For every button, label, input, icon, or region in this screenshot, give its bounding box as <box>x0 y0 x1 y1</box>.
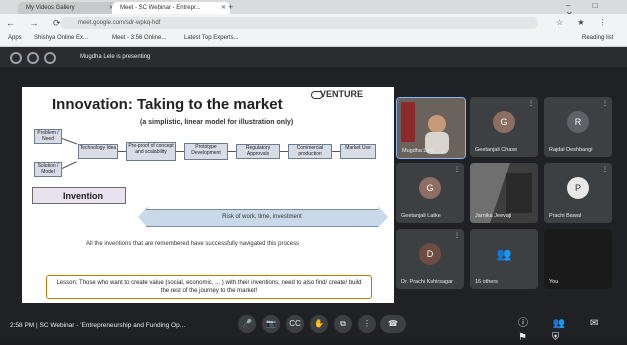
flow-step: Regulatory Approvals <box>236 144 280 159</box>
participant-name: You <box>549 279 559 285</box>
self-tile[interactable]: You <box>544 229 612 289</box>
slide-note: All the inventions that are remembered h… <box>86 241 300 247</box>
flow-arrow <box>332 151 340 152</box>
captions-button[interactable]: CC <box>286 315 304 333</box>
participant-avatar: D <box>419 243 441 266</box>
risk-arrow-head-right <box>378 206 388 228</box>
nav-buttons[interactable]: ← → ⟳ <box>6 17 67 29</box>
fullscreen-icon[interactable] <box>44 52 56 64</box>
close-tab-icon[interactable]: ✕ <box>221 2 226 14</box>
others-tile[interactable]: 👥 16 others <box>470 229 538 289</box>
lesson-box: Lesson: Those who want to create value (… <box>46 275 372 299</box>
bookmark-apps[interactable]: Apps <box>8 35 22 41</box>
mic-off-icon: ⋮ <box>454 167 460 173</box>
flow-solution: Solution / Model <box>34 162 62 177</box>
participant-tile[interactable]: ⋮ G Geetanjali Latke <box>396 163 464 223</box>
mic-off-icon: ⋮ <box>602 167 608 173</box>
camera-button[interactable]: 📷 <box>262 315 280 333</box>
participant-tile[interactable]: ⋮ G Geetanjali Chase <box>470 97 538 157</box>
flow-step: Technology Idea <box>78 144 118 159</box>
mic-off-icon: ⋮ <box>602 101 608 107</box>
participant-tile[interactable]: Jarnika Jeevaji <box>470 163 538 223</box>
more-options-button[interactable]: ⋮ <box>358 315 376 333</box>
brand-logo: VENTURE <box>320 89 364 99</box>
participant-name: Prachi Bawal <box>549 213 582 219</box>
participant-name: Geetanjali Chase <box>475 147 518 153</box>
tab-title: Meet - SC Webinar - Entrepr... <box>120 5 201 11</box>
risk-arrow: Risk of work, time, investment <box>146 209 378 227</box>
mic-off-icon: ⋮ <box>454 233 460 239</box>
participant-name: Jarnika Jeevaji <box>475 213 512 219</box>
slide-subtitle: (a simplistic, linear model for illustra… <box>140 119 294 126</box>
side-panel-buttons[interactable]: ⓘ 👥 ✉ ⚑ ⛨ <box>518 317 627 345</box>
participant-name: Geetanjali Latke <box>401 213 441 219</box>
participant-name: Mugdha Lele <box>402 148 434 154</box>
flow-step: Commercial production <box>288 144 332 159</box>
browser-tab-active[interactable]: Meet - SC Webinar - Entrepr... ✕ <box>112 2 230 14</box>
pin-icon[interactable] <box>10 52 22 64</box>
bookmarks-bar: Apps Shishya Online Ex... Meet - 3:56 On… <box>0 32 627 47</box>
toolbar-icons[interactable]: ☆ ★ ⋮ <box>556 17 613 29</box>
reading-list[interactable]: Reading list <box>582 35 613 41</box>
flow-arrow <box>228 151 236 152</box>
others-count: 16 others <box>475 279 498 285</box>
mic-off-icon: ⋮ <box>528 101 534 107</box>
end-call-button[interactable]: ☎ <box>380 315 406 333</box>
bookmark-item[interactable]: Meet - 3:56 Online... <box>112 35 166 41</box>
present-button[interactable]: ⧉ <box>334 315 352 333</box>
mic-button[interactable]: 🎤 <box>238 315 256 333</box>
slide-title: Innovation: Taking to the market <box>52 96 283 113</box>
flow-step: Pre-proof of concept and scalability <box>126 142 176 161</box>
presenting-label: Mugdha Lele is presenting <box>80 54 151 60</box>
flow-arrow <box>280 151 288 152</box>
people-icon: 👥 <box>496 247 512 262</box>
flow-arrow <box>118 151 126 152</box>
flow-step: Prototype Development <box>184 143 228 160</box>
flow-problem: Problem / Need <box>34 129 62 144</box>
flow-step: Market Use <box>340 144 376 159</box>
participant-name: Rajdal Deshbangi <box>549 147 593 153</box>
participant-tile[interactable]: ⋮ P Prachi Bawal <box>544 163 612 223</box>
participant-avatar: R <box>567 111 589 134</box>
participant-avatar: G <box>419 177 441 200</box>
address-bar[interactable]: meet.google.com/sdr-wpkq-hdf <box>60 17 538 29</box>
participant-name: Dr. Prachi Kshirsagar <box>401 279 453 285</box>
flow-arrow <box>176 151 184 152</box>
layout-icon[interactable] <box>27 52 39 64</box>
bookmark-item[interactable]: Shishya Online Ex... <box>34 35 88 41</box>
new-tab-button[interactable]: + <box>228 2 233 12</box>
bookmark-item[interactable]: Latest Top Experts... <box>184 35 239 41</box>
participant-tile[interactable]: Mugdha Lele <box>396 97 466 159</box>
participant-avatar: P <box>567 177 589 200</box>
participant-avatar: G <box>493 111 515 134</box>
invention-box: Invention <box>32 187 126 204</box>
raise-hand-button[interactable]: ✋ <box>310 315 328 333</box>
tab-title: My Videos Gallery <box>26 5 75 11</box>
top-icons <box>10 51 61 69</box>
participant-tile[interactable]: ⋮ R Rajdal Deshbangi <box>544 97 612 157</box>
meeting-info: 2:58 PM | SC Webinar - 'Entrepreneurship… <box>10 322 186 329</box>
participant-tile[interactable]: ⋮ D Dr. Prachi Kshirsagar <box>396 229 464 289</box>
browser-tab[interactable]: My Videos Gallery✕ <box>18 2 118 14</box>
